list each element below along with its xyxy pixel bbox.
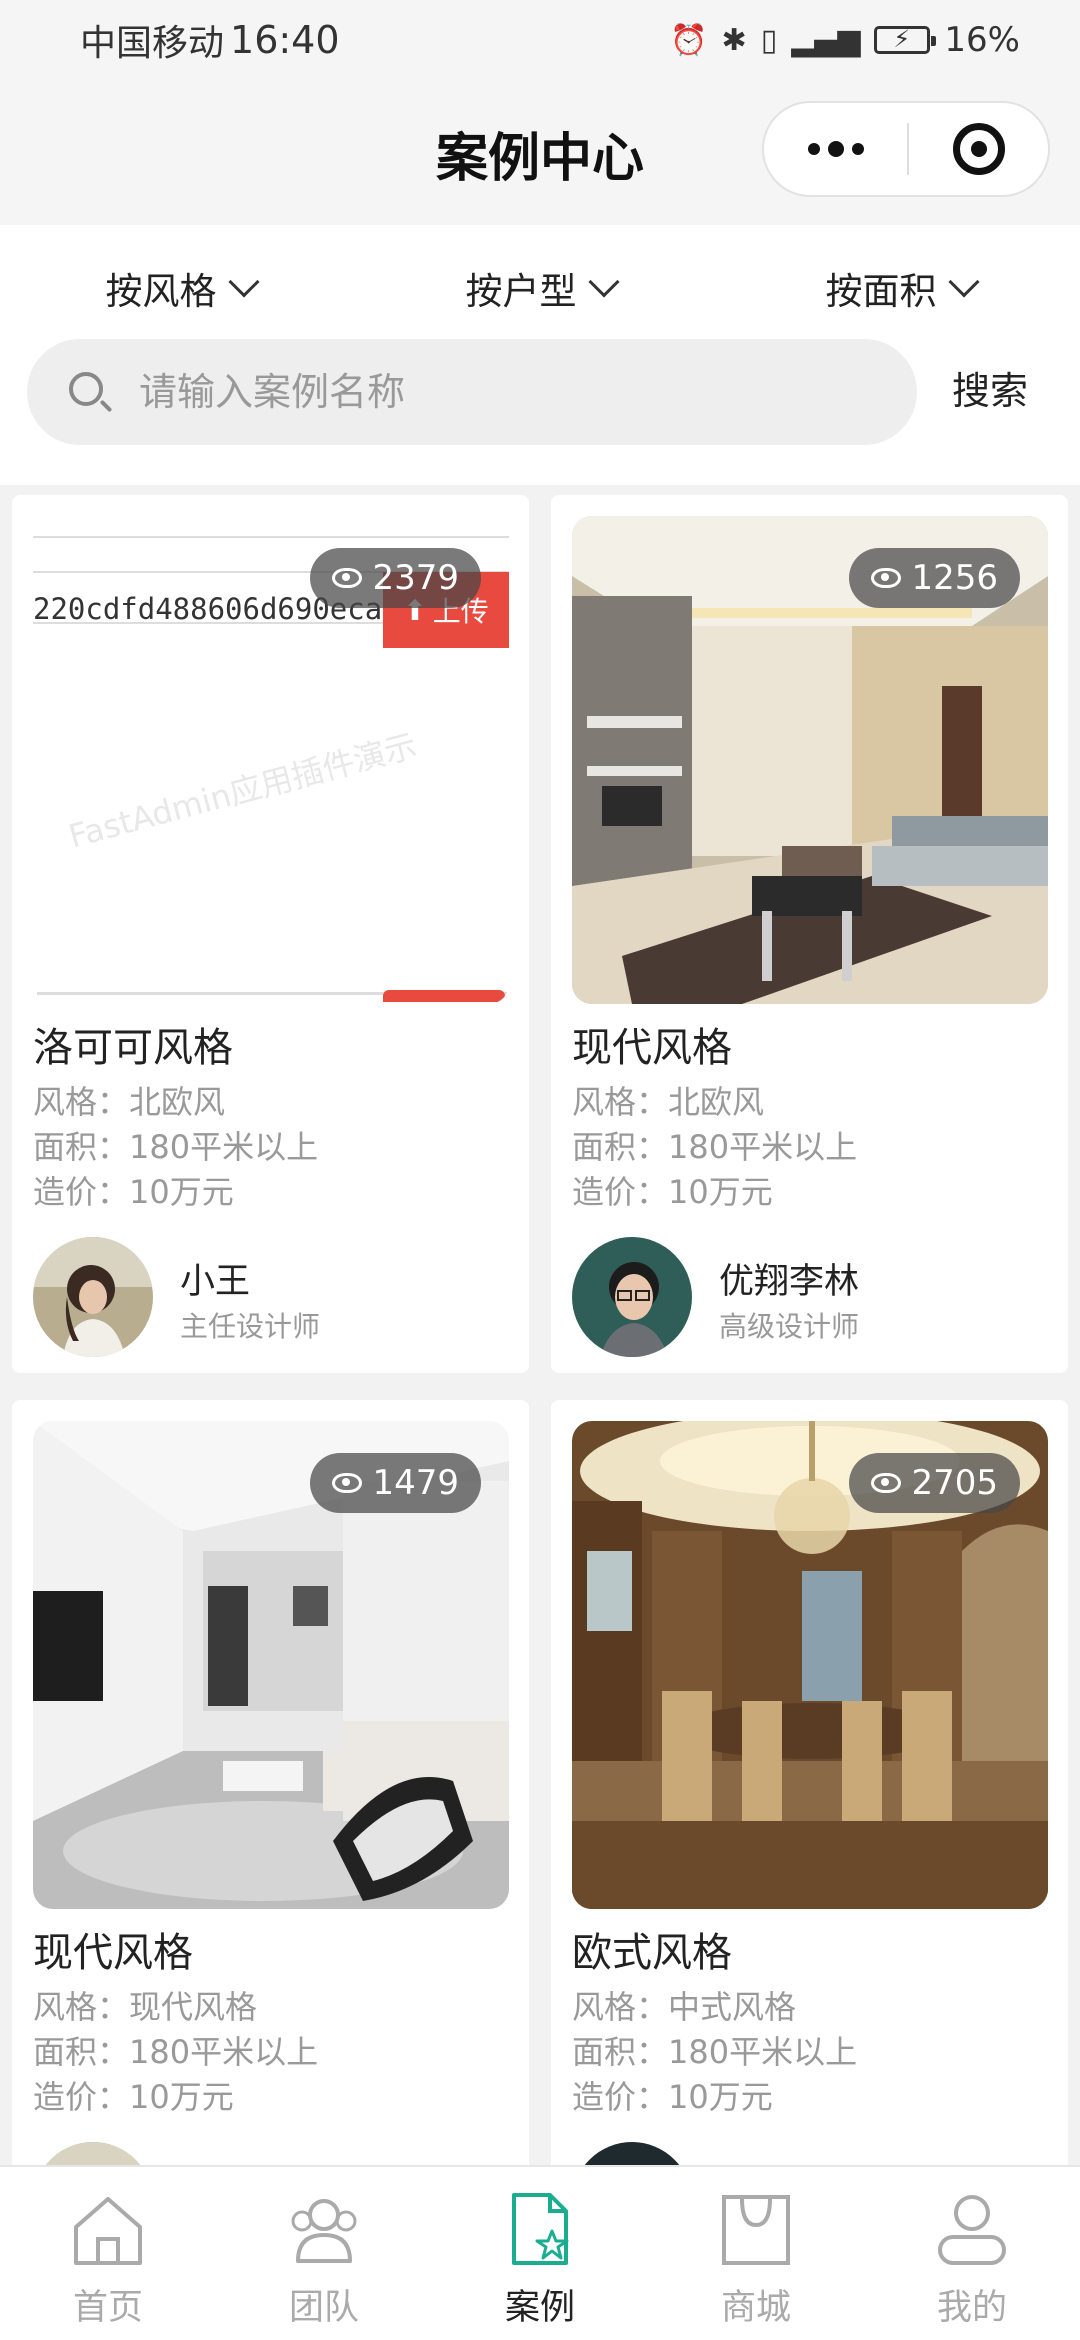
chevron-down-icon [587,266,620,298]
status-left: 中国移动 16:40 [80,14,340,66]
view-count-badge: 1256 [849,548,1020,608]
profile-icon [938,2195,1006,2265]
designer-role: 高级设计师 [719,1310,860,1343]
view-count-badge: 1479 [310,1453,481,1513]
case-style: 风格：中式风格 [572,1988,797,2026]
case-image: 1256 [572,516,1048,1004]
case-area: 面积：180平米以上 [33,2033,319,2071]
eye-icon [332,1473,363,1493]
designer-name: 小王 [180,1262,251,1302]
case-price: 造价：10万元 [572,1173,773,1211]
case-card[interactable]: 1479 现代风格 风格：现代风格 面积：180平米以上 造价：10万元 小王 [12,1400,529,2180]
designer-role: 主任设计师 [180,1310,321,1343]
tab-label: 首页 [72,2288,143,2328]
case-style: 风格：现代风格 [33,1988,258,2026]
search-box [27,339,917,445]
more-button[interactable] [764,103,907,195]
case-title: 现代风格 [572,1025,732,1071]
avatar [33,1237,153,1357]
eye-icon [871,1473,902,1493]
filter-label: 按风格 [105,270,217,313]
shop-icon [722,2195,790,2265]
signal-icon: ▂▄▆ [791,22,861,58]
filter-area: 按风格 按户型 按面积 搜索 [0,225,1080,485]
home-icon [74,2197,142,2265]
alarm-icon: ⏰ [670,22,708,58]
more-dot-icon [827,141,844,157]
case-icon [512,2193,569,2265]
tab-label: 案例 [504,2288,575,2328]
filter-label: 按户型 [465,270,577,313]
case-area: 面积：180平米以上 [572,1128,858,1166]
case-price: 造价：10万元 [572,2078,773,2116]
case-image: 2705 [572,1421,1048,1909]
bluetooth-icon: ✱ [721,22,747,58]
case-image: 220cdfd488606d690eca ⬆ 上传 FastAdmin应用插件演… [33,516,509,1004]
tab-shop[interactable]: 商城 [648,2167,864,2340]
tab-label: 团队 [288,2288,359,2328]
status-time: 16:40 [230,18,340,62]
case-card[interactable]: 2705 欧式风格 风格：中式风格 面积：180平米以上 造价：10万元 小赵 [551,1400,1068,2180]
view-count-badge: 2379 [310,548,481,608]
search-icon [67,370,113,414]
case-card[interactable]: 220cdfd488606d690eca ⬆ 上传 FastAdmin应用插件演… [12,495,529,1373]
case-style: 风格：北欧风 [572,1083,765,1121]
chevron-down-icon [227,266,260,298]
battery-level: 16% [944,20,1020,60]
search-button[interactable]: 搜索 [952,360,1028,415]
search-input[interactable] [139,370,859,414]
tab-profile[interactable]: 我的 [864,2167,1080,2340]
divider [33,622,383,624]
avatar [572,1237,692,1357]
case-area: 面积：180平米以上 [33,1128,319,1166]
designer-name: 优翔李林 [719,1262,860,1302]
filter-area-size[interactable]: 按面积 [720,253,1080,323]
case-title: 欧式风格 [572,1930,732,1976]
tab-label: 我的 [936,2288,1007,2328]
case-style: 风格：北欧风 [33,1083,226,1121]
battery-icon: ⚡ [874,25,937,54]
tab-home[interactable]: 首页 [0,2167,216,2340]
watermark-text: FastAdmin应用插件演示 [64,726,421,856]
close-miniprogram-button[interactable] [909,123,1048,175]
tab-case[interactable]: 案例 [432,2167,648,2340]
team-icon [291,2199,357,2263]
filter-label: 按面积 [825,270,937,313]
filter-style[interactable]: 按风格 [0,253,360,323]
case-image: 1479 [33,1421,509,1909]
nav-bar: 案例中心 [0,80,1080,225]
vibrate-icon: ▯ [760,22,778,58]
divider [33,536,509,538]
case-title: 现代风格 [33,1930,193,1976]
miniprogram-capsule [762,101,1050,197]
carrier-label: 中国移动 [80,23,225,64]
upload-bar [383,990,505,1002]
eye-icon [871,568,902,588]
chevron-down-icon [947,266,980,298]
filter-layout[interactable]: 按户型 [360,253,720,323]
status-right: ⏰ ✱ ▯ ▂▄▆ ⚡ 16% [670,20,1020,60]
target-icon [952,123,1005,175]
case-price: 造价：10万元 [33,2078,234,2116]
case-area: 面积：180平米以上 [572,2033,858,2071]
tab-label: 商城 [720,2288,791,2328]
status-bar: 中国移动 16:40 ⏰ ✱ ▯ ▂▄▆ ⚡ 16% [0,0,1080,80]
more-dot-icon [851,143,864,155]
filter-bar: 按风格 按户型 按面积 [0,253,1080,323]
more-dot-icon [807,143,820,155]
view-count-badge: 2705 [849,1453,1020,1513]
eye-icon [332,568,363,588]
case-price: 造价：10万元 [33,1173,234,1211]
tab-bar: 首页 团队 案例 商城 我的 [0,2165,1080,2340]
tab-team[interactable]: 团队 [216,2167,432,2340]
case-card[interactable]: 1256 现代风格 风格：北欧风 面积：180平米以上 造价：10万元 优翔李林… [551,495,1068,1373]
case-title: 洛可可风格 [33,1025,233,1071]
